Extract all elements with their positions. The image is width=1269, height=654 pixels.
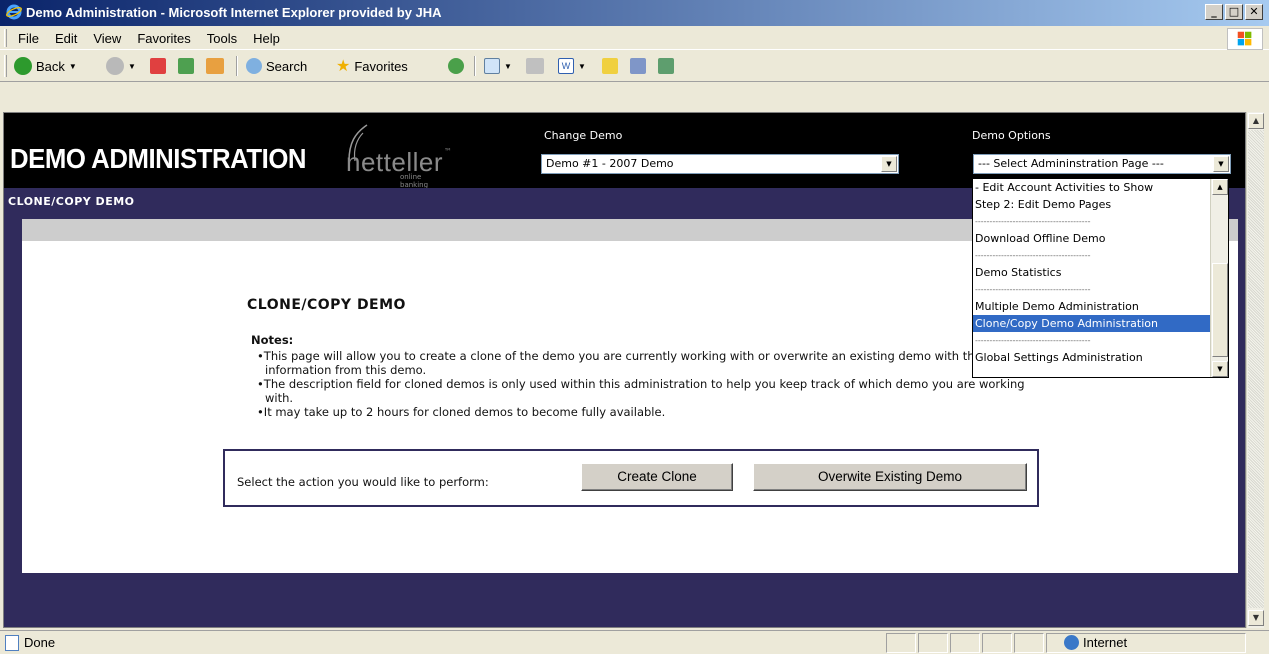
status-pane [918,633,948,653]
dropdown-option[interactable]: Demo Statistics [973,264,1228,281]
close-button[interactable]: ✕ [1245,4,1263,20]
scroll-down-icon[interactable]: ▼ [1212,361,1228,377]
action-box: Select the action you would like to perf… [223,449,1039,507]
action-label: Select the action you would like to perf… [237,475,489,489]
scroll-track[interactable] [1248,130,1264,608]
chevron-down-icon: ▼ [68,61,77,71]
minimize-button[interactable]: _ [1205,4,1223,20]
dropdown-option[interactable]: - Edit Account Activities to Show [973,179,1228,196]
chevron-down-icon[interactable]: ▼ [1213,156,1229,172]
scroll-up-icon[interactable]: ▲ [1248,113,1264,129]
note-item: •The description field for cloned demos … [257,377,1025,405]
messenger-icon[interactable] [658,58,674,74]
change-demo-value: Demo #1 - 2007 Demo [546,157,674,170]
search-label: Search [266,58,308,74]
menu-grip[interactable] [4,29,7,47]
menu-file[interactable]: File [18,31,39,46]
notes-section: Notes: •This page will allow you to crea… [251,333,1051,419]
dropdown-separator[interactable]: ---------------------------------------- [973,332,1228,349]
windows-logo-icon [1227,28,1263,50]
mail-button[interactable]: ▼ [484,56,512,76]
globe-icon [1064,635,1079,650]
window-title: Demo Administration - Microsoft Internet… [26,5,442,20]
brand-title: DEMO ADMINISTRATION [10,143,307,174]
overwrite-demo-button[interactable]: Overwite Existing Demo [753,463,1027,491]
dropdown-option[interactable]: Global Settings Administration [973,349,1228,366]
dropdown-separator[interactable]: ---------------------------------------- [973,281,1228,298]
menu-help[interactable]: Help [253,31,280,46]
print-icon[interactable] [526,58,544,74]
standard-toolbar: Back ▼ ▼ Search ★ Favorites ▼ W ▼ [0,50,1269,82]
menu-edit[interactable]: Edit [55,31,77,46]
demo-options-label: Demo Options [972,129,1051,142]
zone-label: Internet [1083,635,1128,650]
section-title: CLONE/COPY DEMO [8,195,135,208]
search-icon [246,58,262,74]
research-icon[interactable] [630,58,646,74]
demo-options-dropdown-list[interactable]: - Edit Account Activities to Show Step 2… [972,178,1229,378]
toolbar-grip[interactable] [4,55,7,77]
admin-header: DEMO ADMINISTRATION netteller ™ online b… [4,113,1245,189]
page-title: CLONE/COPY DEMO [247,297,406,313]
stop-icon[interactable] [150,58,166,74]
chevron-down-icon: ▼ [504,61,512,71]
back-arrow-icon [14,57,32,75]
demo-options-select[interactable]: --- Select Admininstration Page --- ▼ [973,154,1231,174]
create-clone-button[interactable]: Create Clone [581,463,733,491]
dropdown-separator[interactable]: ---------------------------------------- [973,247,1228,264]
chevron-down-icon: ▼ [128,61,136,71]
demo-options-value: --- Select Admininstration Page --- [978,157,1164,170]
dropdown-option[interactable]: Download Offline Demo [973,230,1228,247]
folder-icon[interactable] [602,58,618,74]
maximize-button[interactable]: □ [1225,4,1243,20]
change-demo-label: Change Demo [544,129,623,142]
menu-tools[interactable]: Tools [207,31,237,46]
favorites-label: Favorites [354,58,408,74]
page-icon [5,635,19,651]
note-item: •This page will allow you to create a cl… [257,349,982,377]
star-icon: ★ [336,58,351,75]
change-demo-select[interactable]: Demo #1 - 2007 Demo ▼ [541,154,899,174]
dropdown-option[interactable]: Multiple Demo Administration [973,298,1228,315]
internet-explorer-icon [6,4,22,20]
forward-arrow-icon [106,57,124,75]
note-item: •It may take up to 2 hours for cloned de… [257,405,666,419]
chevron-down-icon: ▼ [578,61,586,71]
status-pane [1014,633,1044,653]
logo-tm: ™ [444,147,452,156]
page-scrollbar[interactable]: ▲ ▼ [1246,112,1264,628]
menu-favorites[interactable]: Favorites [137,31,190,46]
scroll-up-icon[interactable]: ▲ [1212,179,1228,195]
word-icon: W [558,58,574,74]
forward-button[interactable]: ▼ [106,56,136,76]
search-button[interactable]: Search [246,56,307,76]
status-pane [950,633,980,653]
edit-word-button[interactable]: W ▼ [558,56,586,76]
status-pane [886,633,916,653]
status-text: Done [24,635,56,650]
dropdown-option[interactable]: Step 2: Edit Demo Pages [973,196,1228,213]
status-pane [982,633,1012,653]
menu-view[interactable]: View [93,31,121,46]
back-button[interactable]: Back ▼ [14,56,77,76]
status-bar: Done Internet [0,630,1269,654]
dropdown-scrollbar[interactable]: ▲ ▼ [1210,179,1228,377]
scroll-thumb[interactable] [1212,263,1228,357]
refresh-icon[interactable] [178,58,194,74]
scroll-down-icon[interactable]: ▼ [1248,610,1264,626]
notes-title: Notes: [251,333,294,347]
history-icon[interactable] [448,58,464,74]
back-label: Back [36,58,65,74]
chevron-down-icon[interactable]: ▼ [881,156,897,172]
mail-icon [484,58,500,74]
dropdown-option-selected[interactable]: Clone/Copy Demo Administration [973,315,1228,332]
dropdown-separator[interactable]: ---------------------------------------- [973,213,1228,230]
menu-bar: File Edit View Favorites Tools Help [0,26,1269,50]
window-title-bar[interactable]: Demo Administration - Microsoft Internet… [0,0,1269,26]
favorites-button[interactable]: ★ Favorites [336,56,408,76]
home-icon[interactable] [206,58,224,74]
netteller-logo: netteller ™ online banking [318,123,452,189]
logo-subtitle: online banking [400,173,429,189]
